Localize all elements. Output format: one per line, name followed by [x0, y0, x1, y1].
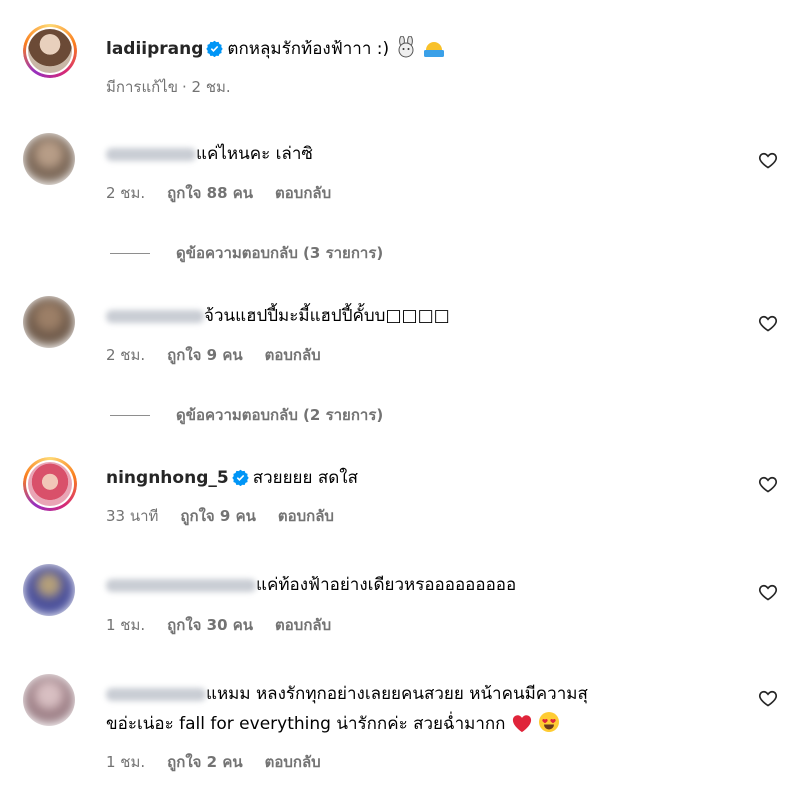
post-author-username[interactable]: ladiiprang: [106, 39, 203, 59]
rabbit-emoji-icon: [398, 36, 414, 58]
comment-likes[interactable]: ถูกใจ 9 คน: [180, 507, 255, 525]
comment-time: 1 ชม.: [106, 616, 146, 634]
post-author-avatar[interactable]: [23, 24, 77, 78]
comment-likes[interactable]: ถูกใจ 9 คน: [167, 346, 242, 364]
comment-avatar[interactable]: [23, 564, 75, 616]
comment-time: 1 ชม.: [106, 753, 146, 771]
comment-avatar[interactable]: [23, 674, 75, 726]
comment-likes[interactable]: ถูกใจ 88 คน: [167, 184, 253, 202]
view-replies-button[interactable]: ดูข้อความตอบกลับ (3 รายการ): [110, 241, 383, 265]
heart-outline-icon[interactable]: [758, 150, 778, 170]
post-edited-label: มีการแก้ไข: [106, 78, 178, 96]
heart-outline-icon[interactable]: [758, 688, 778, 708]
comment-meta: 33 นาที ถูกใจ 9 คน ตอบกลับ: [106, 507, 356, 525]
comment-text: แค่ไหนคะ เล่าซิ: [196, 144, 313, 164]
reply-button[interactable]: ตอบกลับ: [265, 753, 321, 771]
heart-outline-icon[interactable]: [758, 582, 778, 602]
post-time: 2 ชม.: [191, 78, 231, 96]
reply-button[interactable]: ตอบกลับ: [275, 184, 331, 202]
comment-text: สวยยยย สดใส: [252, 468, 358, 488]
comment-avatar[interactable]: [23, 457, 77, 511]
comment-meta: 2 ชม. ถูกใจ 9 คน ตอบกลับ: [106, 346, 343, 364]
post-caption-row: ladiiprang ตกหลุมรักท้องฟ้าาา :): [106, 36, 446, 60]
view-replies-button[interactable]: ดูข้อความตอบกลับ (2 รายการ): [110, 403, 383, 427]
comment-text-row: แหมม หลงรักทุกอย่างเลยยคนสวยย หน้าคนมีคว…: [106, 683, 588, 705]
comment-text-row-2: ขอ่ะเน่อะ fall for everything น่ารักกค่ะ…: [106, 711, 560, 735]
comment-text: แค่ท้องฟ้าอย่างเดียวหรอออออออออ: [256, 575, 517, 595]
comment-avatar[interactable]: [23, 296, 75, 348]
comment-likes[interactable]: ถูกใจ 2 คน: [167, 753, 242, 771]
comment-text-row: แค่ท้องฟ้าอย่างเดียวหรอออออออออ: [106, 574, 516, 596]
heart-outline-icon[interactable]: [758, 313, 778, 333]
reply-button[interactable]: ตอบกลับ: [265, 346, 321, 364]
comment-text-row: จ้วนแฮปปี้มะมี้แฮปปี้คั้บบ□□□□: [106, 305, 450, 327]
post-caption-text: ตกหลุมรักท้องฟ้าาา :): [227, 39, 390, 59]
comment-likes[interactable]: ถูกใจ 30 คน: [167, 616, 253, 634]
blurred-username[interactable]: [106, 147, 196, 161]
heart-eyes-emoji-icon: [539, 712, 560, 732]
heart-outline-icon[interactable]: [758, 474, 778, 494]
view-replies-label: ดูข้อความตอบกลับ (2 รายการ): [176, 406, 384, 424]
blurred-username[interactable]: [106, 687, 206, 701]
comment-meta: 1 ชม. ถูกใจ 30 คน ตอบกลับ: [106, 616, 353, 634]
replies-divider: [110, 252, 150, 254]
comment-text-row: แค่ไหนคะ เล่าซิ: [106, 143, 313, 165]
comment-text-line1: แหมม หลงรักทุกอย่างเลยยคนสวยย หน้าคนมีคว…: [206, 684, 588, 704]
comment-meta: 1 ชม. ถูกใจ 2 คน ตอบกลับ: [106, 753, 343, 771]
comment-text-row: ningnhong_5 สวยยยย สดใส: [106, 467, 358, 489]
comment-avatar[interactable]: [23, 133, 75, 185]
comment-meta: 2 ชม. ถูกใจ 88 คน ตอบกลับ: [106, 184, 353, 202]
blurred-username[interactable]: [106, 309, 204, 323]
post-meta: มีการแก้ไข · 2 ชม.: [106, 78, 231, 96]
comment-username[interactable]: ningnhong_5: [106, 468, 229, 488]
blurred-username[interactable]: [106, 578, 256, 592]
replies-divider: [110, 414, 150, 416]
reply-button[interactable]: ตอบกลับ: [278, 507, 334, 525]
verified-badge-icon: [231, 469, 249, 486]
comment-time: 2 ชม.: [106, 184, 146, 202]
comment-time: 2 ชม.: [106, 346, 146, 364]
red-heart-emoji-icon: [512, 715, 531, 733]
comment-text: จ้วนแฮปปี้มะมี้แฮปปี้คั้บบ□□□□: [204, 306, 450, 326]
reply-button[interactable]: ตอบกลับ: [275, 616, 331, 634]
comment-text-line2: ขอ่ะเน่อะ fall for everything น่ารักกค่ะ…: [106, 714, 506, 734]
comment-time: 33 นาที: [106, 507, 159, 525]
verified-badge-icon: [206, 40, 224, 57]
view-replies-label: ดูข้อความตอบกลับ (3 รายการ): [176, 244, 384, 262]
sun-emoji-icon: [423, 42, 444, 57]
